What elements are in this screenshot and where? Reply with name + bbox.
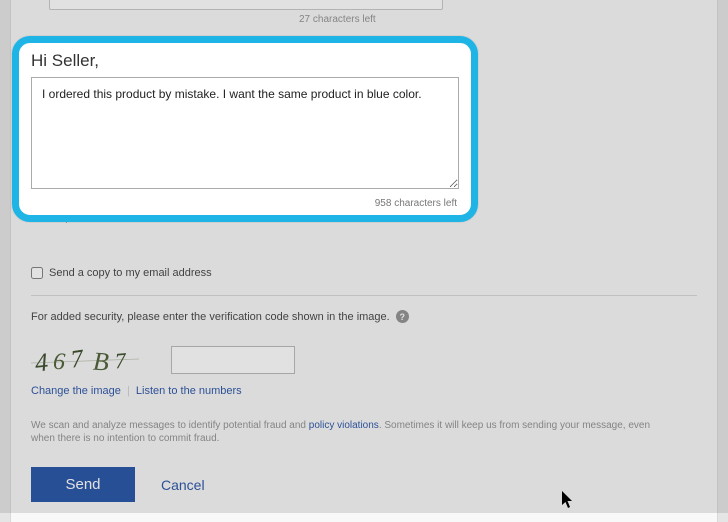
email-copy-checkbox[interactable] [31,267,43,279]
captcha-input[interactable] [171,346,295,374]
message-textarea[interactable] [31,77,459,189]
listen-numbers-link[interactable]: Listen to the numbers [136,385,242,397]
captcha-links: Change the image | Listen to the numbers [31,385,697,397]
change-image-link[interactable]: Change the image [31,385,121,397]
previous-field-fragment: 27 characters left [31,0,697,25]
svg-text:7: 7 [114,348,128,374]
svg-text:7: 7 [69,345,87,374]
disclaimer-part1: We scan and analyze messages to identify… [31,420,309,431]
send-button[interactable]: Send [31,467,135,502]
captcha-image: 4 6 7 B 7 [31,341,139,379]
svg-text:B: B [92,347,109,377]
message-chars-left: 958 characters left [31,198,459,209]
captcha-instruction-row: For added security, please enter the ver… [31,310,697,323]
policy-violations-link[interactable]: policy violations [309,420,379,431]
previous-text-input[interactable] [49,0,443,10]
email-copy-row: Send a copy to my email address [31,267,697,279]
section-divider [31,295,697,296]
greeting-text: Hi Seller, [31,51,459,71]
fraud-disclaimer: We scan and analyze messages to identify… [31,419,651,445]
captcha-link-divider: | [127,385,130,397]
email-copy-label: Send a copy to my email address [49,267,212,279]
captcha-row: 4 6 7 B 7 [31,341,697,379]
message-highlight-box: Hi Seller, 958 characters left [12,36,478,222]
captcha-instruction: For added security, please enter the ver… [31,311,390,323]
cancel-link[interactable]: Cancel [161,477,205,493]
form-actions: Send Cancel [31,467,697,502]
help-icon[interactable]: ? [396,310,409,323]
previous-chars-left: 27 characters left [299,14,697,25]
